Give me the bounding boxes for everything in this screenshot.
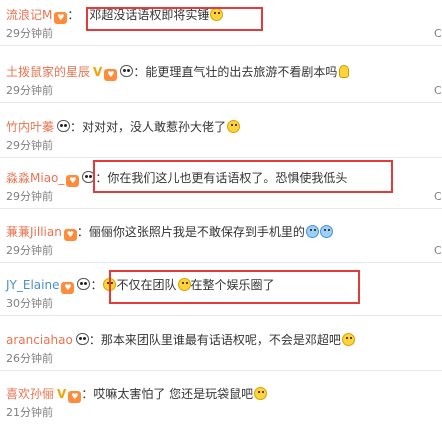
grin-emoji-icon — [341, 333, 355, 346]
comment-time: 29分钟前 — [6, 244, 53, 257]
comment-line: aranciahao ：那本来团队里谁最有话语权呢，不会是邓超吧 — [6, 331, 438, 349]
comment-username[interactable]: 土拨鼠家的星辰 — [6, 65, 90, 79]
comment-username[interactable]: aranciahao — [6, 333, 73, 347]
comment-item: 蒹蒹Jillian ♥ ：俪俪你这张照片我是不敢保存到手机里的 29分钟前 C — [0, 217, 442, 263]
comment-text: 不仅在团队 — [116, 278, 177, 292]
comment-text: 在整个娱乐圈了 — [190, 278, 275, 292]
panda-icon — [75, 333, 89, 345]
member-badge-icon: ♥ — [54, 12, 68, 24]
comment-text: 俪俪你这张照片我是不敢保存到手机里的 — [88, 225, 305, 239]
comment-text: 对对对，没人敢惹孙大佬了 — [82, 120, 227, 134]
comment-username[interactable]: 淼淼Miao_ — [6, 171, 64, 185]
lightbulb-emoji-icon — [339, 65, 350, 78]
laugh-cry-emoji-icon — [319, 225, 333, 238]
comment-text: 哎嘛太害怕了 您还是玩袋鼠吧 — [93, 387, 254, 401]
panda-icon — [120, 65, 134, 77]
panda-icon — [77, 278, 91, 290]
smile-emoji-icon — [177, 278, 191, 291]
panda-icon — [57, 120, 71, 132]
vip-v-icon: V — [57, 387, 67, 401]
comment-line: 竹内叶蓁 ：对对对，没人敢惹孙大佬了 — [6, 118, 438, 136]
comment-username[interactable]: 竹内叶蓁 — [6, 120, 54, 134]
comment-time: 30分钟前 — [6, 297, 53, 310]
comment-line: 土拨鼠家的星辰 V ♥ ：能更理直气壮的出去旅游不看剧本吗 — [6, 63, 438, 81]
member-badge-icon: ♥ — [61, 282, 75, 294]
side-glyph: C — [434, 84, 442, 97]
comment-item: 淼淼Miao_ ♥ ：你在我们这儿也更有话语权了。恐惧使我低头 29分钟前 C — [0, 163, 442, 209]
side-glyph: C — [434, 190, 442, 203]
comment-line: 喜欢孙俪 V ♥ ：哎嘛太害怕了 您还是玩袋鼠吧 — [6, 385, 438, 403]
comment-text: 你在我们这儿也更有话语权了。恐惧使我低头 — [107, 171, 348, 185]
comment-item: 流浪记M ♥：邓超没话语权即将实锤 29分钟前 C — [0, 0, 442, 46]
member-badge-icon: ♥ — [63, 229, 77, 241]
comment-item: JY_Elaine ♥：不仅在团队 在整个娱乐圈了 30分钟前 — [0, 270, 442, 316]
comment-text: 邓超没话语权即将实锤 — [89, 8, 210, 22]
comment-time: 29分钟前 — [6, 190, 53, 203]
laugh-cry-emoji-icon — [305, 225, 319, 238]
grin-emoji-icon — [227, 120, 241, 133]
smile-emoji-icon — [103, 278, 117, 291]
grin-emoji-icon — [210, 8, 224, 21]
comment-time: 29分钟前 — [6, 84, 53, 97]
comment-username[interactable]: JY_Elaine — [6, 278, 59, 292]
comment-time: 26分钟前 — [6, 352, 53, 365]
comment-line: JY_Elaine ♥：不仅在团队 在整个娱乐圈了 — [6, 278, 275, 294]
comment-username[interactable]: 蒹蒹Jillian — [6, 225, 62, 239]
comment-time: 29分钟前 — [6, 139, 53, 152]
comment-time: 29分钟前 — [6, 27, 53, 40]
member-badge-icon: ♥ — [66, 175, 80, 187]
comment-line: 流浪记M ♥：邓超没话语权即将实锤 — [6, 6, 438, 24]
side-glyph: C — [434, 244, 442, 257]
comment-line: 淼淼Miao_ ♥ ：你在我们这儿也更有话语权了。恐惧使我低头 — [6, 171, 348, 187]
grin-emoji-icon — [254, 387, 268, 400]
comment-item: 竹内叶蓁 ：对对对，没人敢惹孙大佬了 29分钟前 — [0, 112, 442, 158]
comment-item: 喜欢孙俪 V ♥ ：哎嘛太害怕了 您还是玩袋鼠吧 21分钟前 — [0, 379, 442, 425]
side-glyph: C — [434, 27, 442, 40]
comment-line: 蒹蒹Jillian ♥ ：俪俪你这张照片我是不敢保存到手机里的 — [6, 223, 438, 241]
member-badge-icon: ♥ — [68, 391, 82, 403]
comment-username[interactable]: 喜欢孙俪 — [6, 387, 54, 401]
panda-icon — [82, 171, 96, 183]
comment-item: aranciahao ：那本来团队里谁最有话语权呢，不会是邓超吧 26分钟前 — [0, 325, 442, 371]
comment-list: 流浪记M ♥：邓超没话语权即将实锤 29分钟前 C 土拨鼠家的星辰 V ♥ ：能更理直气… — [0, 0, 442, 428]
comment-text: 那本来团队里谁最有话语权呢，不会是邓超吧 — [100, 333, 341, 347]
comment-time: 21分钟前 — [6, 406, 53, 419]
comment-item: 土拨鼠家的星辰 V ♥ ：能更理直气壮的出去旅游不看剧本吗 29分钟前 C — [0, 57, 442, 103]
comment-username[interactable]: 流浪记M — [6, 8, 52, 22]
vip-v-icon: V — [93, 65, 103, 79]
comment-text: 能更理直气壮的出去旅游不看剧本吗 — [145, 65, 338, 79]
member-badge-icon: ♥ — [104, 69, 118, 81]
